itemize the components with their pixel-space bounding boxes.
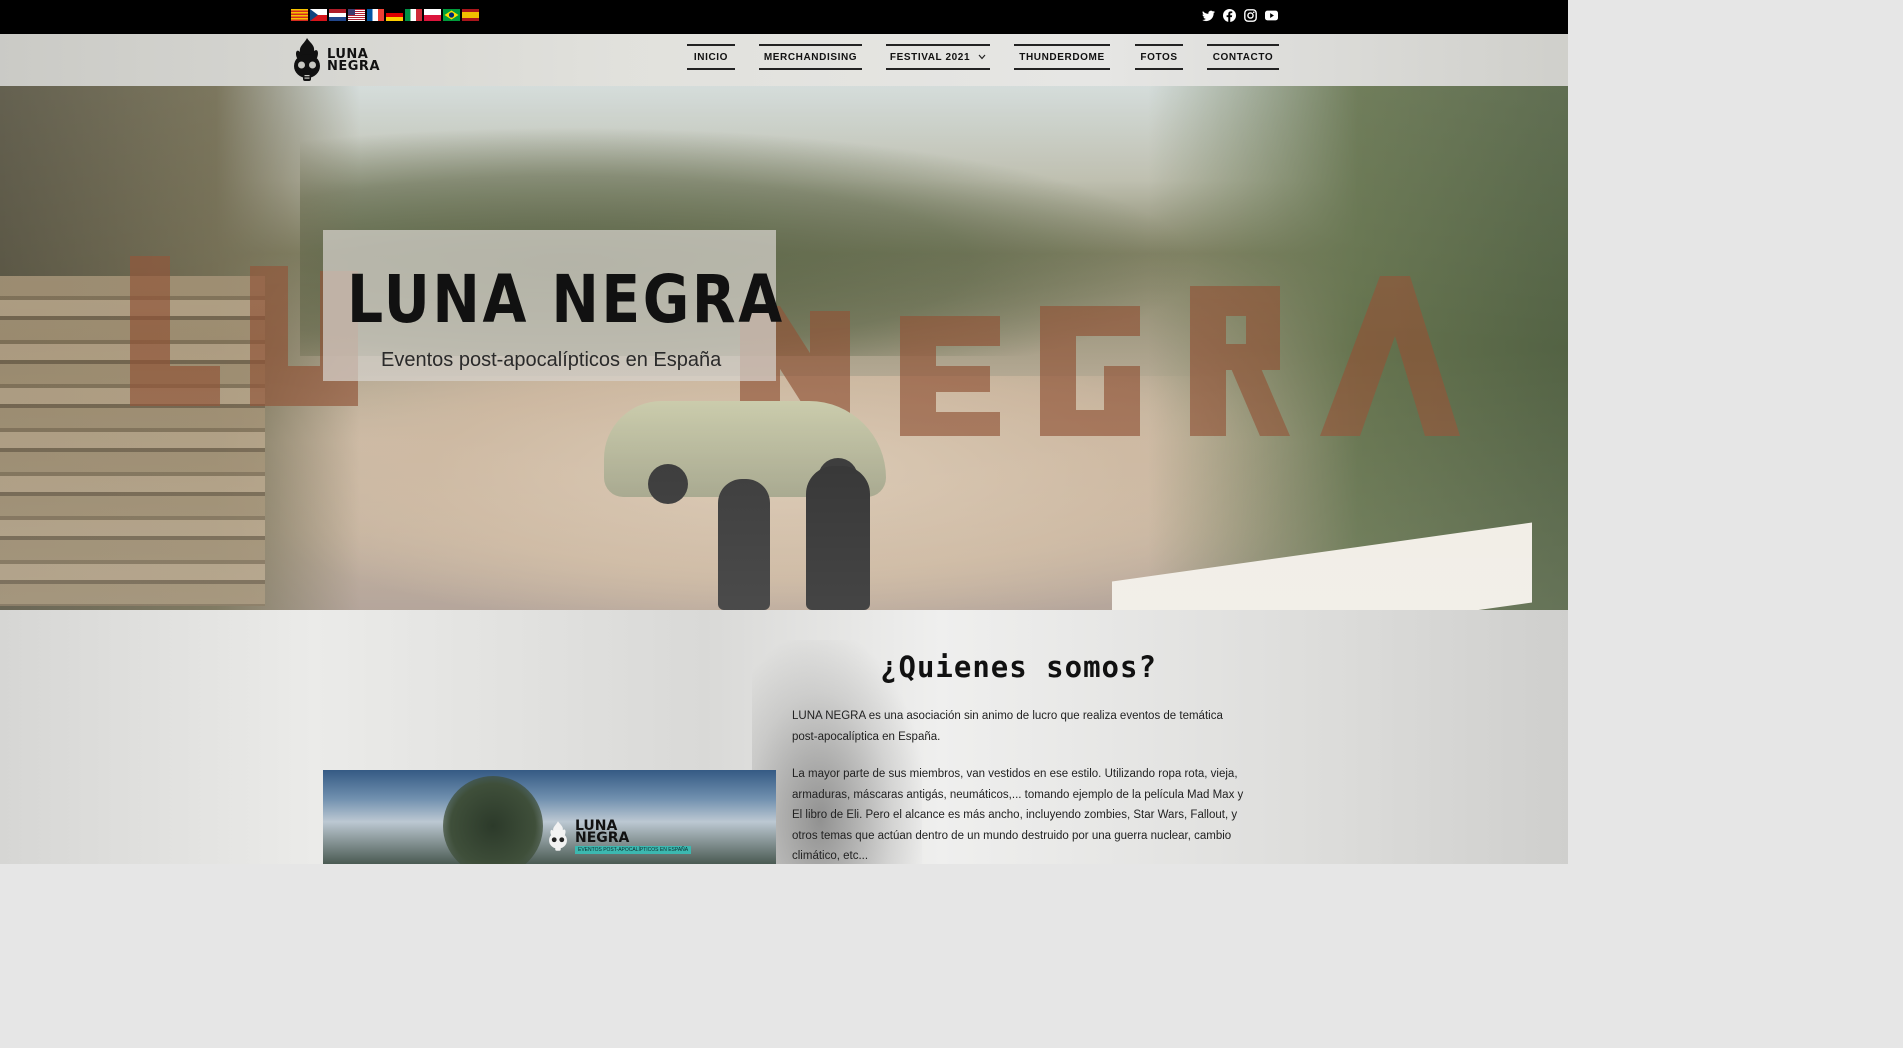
brazil-flag-icon[interactable] [443,9,460,21]
nav-fotos-label: FOTOS [1140,51,1178,63]
site-logo[interactable]: LUNA NEGRA [291,38,381,84]
nav-thunderdome-label: THUNDERDOME [1019,51,1105,63]
about-image-tree [443,776,543,864]
about-image-logo-line2: NEGRA [575,830,630,846]
about-image-tagline: EVENTOS POST-APOCALÍPTICOS EN ESPAÑA [575,846,692,854]
nav-inicio[interactable]: INICIO [687,44,735,70]
facebook-icon[interactable] [1223,9,1236,22]
nav-festival-label: FESTIVAL 2021 [889,51,971,63]
top-bar [0,0,1568,34]
logo-text: LUNA NEGRA [327,48,381,74]
nav-contacto-label: CONTACTO [1212,51,1274,63]
nav-inicio-label: INICIO [693,51,729,63]
about-paragraph-1: LUNA NEGRA es una asociación sin animo d… [792,710,1223,743]
polish-flag-icon[interactable] [424,9,441,21]
about-image-logo: LUNA NEGRA EVENTOS POST-APOCALÍPTICOS EN… [547,819,692,854]
twitter-icon[interactable] [1202,9,1215,22]
chevron-down-icon [978,54,986,60]
skull-gasmask-icon [294,38,320,81]
about-image: LUNA NEGRA EVENTOS POST-APOCALÍPTICOS EN… [323,770,776,864]
italian-flag-icon[interactable] [405,9,422,21]
about-paragraph-2: La mayor parte de sus miembros, van vest… [792,768,1244,862]
about-title: ¿Quienes somos? [880,650,1157,684]
czech-flag-icon[interactable] [310,9,327,21]
catalan-flag-icon[interactable] [291,9,308,21]
german-flag-icon[interactable] [386,9,403,21]
language-flags [291,9,479,21]
social-links [1202,9,1278,22]
nav-festival-2021[interactable]: FESTIVAL 2021 [886,44,990,70]
spanish-flag-icon[interactable] [462,9,479,21]
nav-contacto[interactable]: CONTACTO [1207,44,1279,70]
instagram-icon[interactable] [1244,9,1257,22]
usa-flag-icon[interactable] [348,9,365,21]
hero-title-card: LUNA NEGRA Eventos post-apocalípticos en… [323,230,785,381]
hero-overlay [0,86,1568,610]
hero-title: LUNA NEGRA [347,261,785,338]
dutch-flag-icon[interactable] [329,9,346,21]
nav-merchandising-label: MERCHANDISING [763,51,858,63]
nav-fotos[interactable]: FOTOS [1135,44,1183,70]
logo-line2: NEGRA [327,59,381,74]
skull-gasmask-icon [549,821,567,851]
hero-subtitle: Eventos post-apocalípticos en España [381,349,722,371]
site-header: LUNA NEGRA INICIO MERCHANDISING FESTIVAL… [0,34,1568,86]
youtube-icon[interactable] [1265,9,1278,22]
french-flag-icon[interactable] [367,9,384,21]
nav-thunderdome[interactable]: THUNDERDOME [1014,44,1110,70]
nav-merchandising[interactable]: MERCHANDISING [759,44,862,70]
hero-banner: LUNA NEGRA Eventos post-apocalípticos en… [0,86,1568,610]
